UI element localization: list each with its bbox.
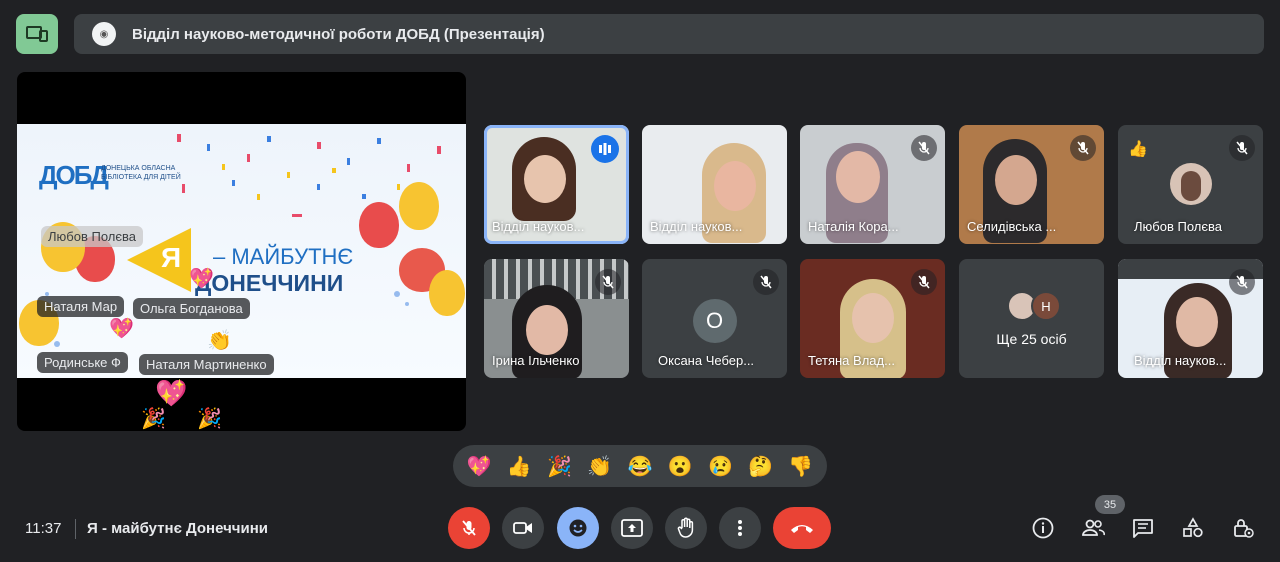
reaction-name-chip: Родинське Ф — [37, 352, 128, 373]
reaction-surprised-button[interactable]: 😮 — [668, 454, 693, 479]
reaction-heart-button[interactable]: 💖 — [467, 454, 492, 479]
divider — [75, 519, 76, 539]
thumbs-up-reaction: 👍 — [1128, 141, 1148, 158]
reaction-thumbs-down-button[interactable]: 👎 — [788, 454, 813, 479]
floating-clap-emoji: 👏 — [207, 330, 232, 352]
people-icon — [1082, 519, 1105, 536]
reaction-sad-button[interactable]: 😢 — [708, 454, 733, 479]
floating-party-emoji: 🎉 — [141, 408, 166, 430]
reaction-thinking-button[interactable]: 🤔 — [748, 454, 773, 479]
more-participants-tile[interactable]: Н Ще 25 осіб — [959, 259, 1104, 378]
reaction-name-chip: Наталя Мартиненко — [139, 354, 274, 375]
participant-tile[interactable]: 👍 Любов Полєва — [1118, 125, 1263, 244]
activities-icon — [1183, 517, 1203, 538]
participant-name: Відділ науков... — [650, 219, 743, 234]
host-controls-button[interactable] — [1228, 513, 1258, 543]
people-button[interactable] — [1078, 513, 1108, 543]
mic-off-icon — [911, 269, 937, 295]
participant-tile[interactable]: Тетяна Влад... — [800, 259, 945, 378]
slide-logo: ДОБД — [39, 160, 109, 190]
present-now-button[interactable] — [611, 507, 653, 549]
reaction-bar: 💖 👍 🎉 👏 😂 😮 😢 🤔 👎 — [453, 445, 827, 487]
participant-tile[interactable]: Ірина Ільченко — [484, 259, 629, 378]
slide-logo-text: Донецька обласна бібліотека для дітей — [101, 165, 181, 181]
camera-icon — [513, 522, 532, 534]
participant-name: Ірина Ільченко — [492, 353, 580, 368]
presentation-title: Відділ науково-методичної роботи ДОБД (П… — [132, 25, 545, 43]
participant-tile[interactable]: Відділ науков... — [642, 125, 787, 244]
main-presentation-stage[interactable]: ДОБД Донецька обласна бібліотека для діт… — [17, 72, 466, 431]
presenter-avatar: ◉ — [92, 22, 116, 46]
present-screen-icon — [621, 519, 643, 537]
speaking-indicator-icon — [591, 135, 619, 163]
floating-heart-emoji: 💖 — [155, 378, 188, 408]
participant-tile[interactable]: О Оксана Чебер... — [642, 259, 787, 378]
mic-off-icon — [1229, 135, 1255, 161]
reaction-thumbs-up-button[interactable]: 👍 — [507, 454, 532, 479]
slide-title-line1: – МАЙБУТНЄ — [213, 244, 354, 269]
end-call-icon — [791, 525, 813, 533]
mic-off-icon — [1070, 135, 1096, 161]
reaction-name-chip: Ольга Богданова — [133, 298, 250, 319]
reaction-laugh-button[interactable]: 😂 — [628, 454, 653, 479]
info-icon — [1032, 517, 1054, 539]
slide-title-line2: ДОНЕЧЧИНИ — [195, 270, 344, 296]
reaction-party-button[interactable]: 🎉 — [547, 454, 572, 479]
raise-hand-button[interactable] — [665, 507, 707, 549]
floating-party-emoji: 🎉 — [197, 408, 222, 430]
reaction-clap-button[interactable]: 👏 — [587, 454, 612, 479]
mic-off-icon — [911, 135, 937, 161]
leave-call-button[interactable] — [773, 507, 831, 549]
emoji-icon — [569, 519, 587, 537]
meeting-clock: 11:37 — [25, 520, 62, 537]
balloon-yellow-2 — [429, 270, 465, 316]
participant-tile[interactable]: Селидівська ... — [959, 125, 1104, 244]
activities-button[interactable] — [1178, 513, 1208, 543]
participant-count-badge: 35 — [1095, 495, 1125, 514]
mic-off-icon — [753, 269, 779, 295]
slide-letter: Я — [161, 242, 182, 273]
participant-tile[interactable]: Відділ науков... — [1118, 259, 1263, 378]
meeting-details-button[interactable] — [1028, 513, 1058, 543]
mic-toggle-button[interactable] — [448, 507, 490, 549]
presentation-bar: ◉ Відділ науково-методичної роботи ДОБД … — [74, 14, 1264, 54]
floating-heart-emoji: 💖 — [109, 318, 134, 340]
balloon-yellow — [399, 182, 439, 230]
present-toggle-button[interactable] — [16, 14, 58, 54]
chat-icon — [1133, 519, 1153, 538]
reaction-name-chip: Наталя Мар — [37, 296, 125, 317]
more-icon — [738, 520, 742, 536]
participant-name: Тетяна Влад... — [808, 353, 895, 368]
reactions-button[interactable] — [557, 507, 599, 549]
floating-heart-emoji: 💖 — [189, 268, 214, 290]
participant-name: Наталія Кора... — [808, 219, 899, 234]
participant-name: Селидівська ... — [967, 219, 1057, 234]
participant-initial-avatar: Н — [1031, 291, 1061, 321]
participant-avatar — [1170, 163, 1212, 205]
participant-name: Оксана Чебер... — [658, 353, 755, 368]
camera-toggle-button[interactable] — [502, 507, 544, 549]
participant-name: Любов Полєва — [1134, 219, 1222, 234]
participant-initial-avatar: О — [692, 299, 737, 343]
more-options-button[interactable] — [719, 507, 761, 549]
participant-tile[interactable]: Наталія Кора... — [800, 125, 945, 244]
host-controls-icon — [1234, 519, 1254, 538]
mic-off-icon — [462, 520, 476, 536]
meeting-title: Я - майбутнє Донеччини — [87, 520, 269, 537]
reaction-name-chip: Любов Полєва — [41, 226, 143, 247]
present-icon — [26, 26, 48, 42]
mic-off-icon — [595, 269, 621, 295]
raise-hand-icon — [677, 517, 694, 538]
chat-button[interactable] — [1128, 513, 1158, 543]
participant-tile[interactable]: Відділ науков... — [484, 125, 629, 244]
more-participants-label: Ще 25 осіб — [996, 331, 1067, 347]
presentation-slide: ДОБД Донецька обласна бібліотека для діт… — [17, 124, 466, 378]
participant-name: Відділ науков... — [1134, 353, 1227, 368]
mic-off-icon — [1229, 269, 1255, 295]
balloon-red — [359, 202, 399, 248]
participant-name: Відділ науков... — [492, 219, 585, 234]
